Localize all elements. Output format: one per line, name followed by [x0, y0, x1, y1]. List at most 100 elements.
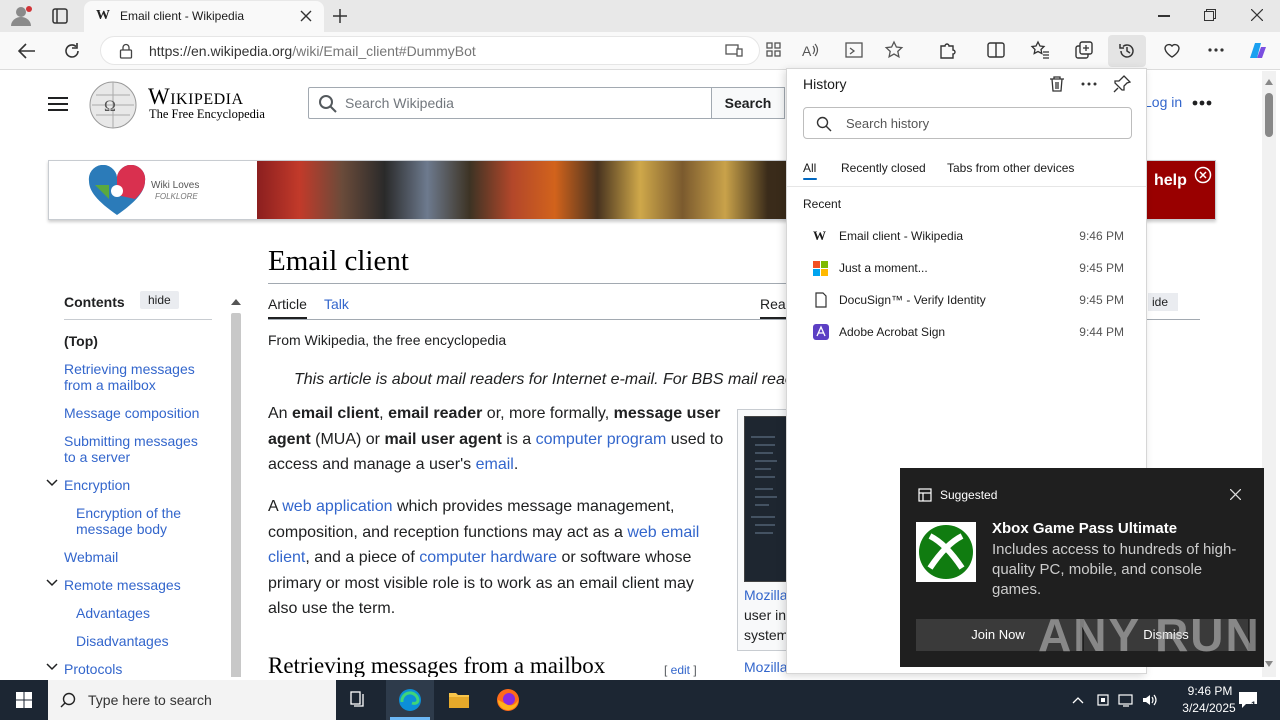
tray-chevron-icon[interactable]: [1072, 696, 1084, 704]
toc-item-top[interactable]: (Top): [64, 333, 98, 349]
tab-read[interactable]: Rea: [760, 296, 786, 312]
extensions-grid-icon[interactable]: [764, 40, 786, 62]
profile-icon[interactable]: [10, 5, 32, 27]
suggested-label: Suggested: [940, 488, 998, 502]
app-available-icon[interactable]: [725, 41, 743, 59]
link-computer-program[interactable]: computer program: [536, 431, 667, 448]
scroll-up-arrow-icon[interactable]: [1265, 79, 1273, 85]
back-icon[interactable]: [18, 42, 36, 60]
history-more-icon[interactable]: [1080, 81, 1098, 87]
login-link[interactable]: Log in: [1144, 94, 1182, 110]
tab-article[interactable]: Article: [268, 296, 307, 312]
pin-icon[interactable]: [1113, 75, 1131, 93]
collections-icon[interactable]: [1074, 40, 1096, 62]
history-item[interactable]: DocuSign™ - Verify Identity 9:45 PM: [787, 284, 1146, 316]
search-input[interactable]: Search Wikipedia: [308, 87, 712, 119]
toast-close-icon[interactable]: [1230, 489, 1241, 500]
search-button[interactable]: Search: [711, 87, 785, 119]
address-bar[interactable]: https://en.wikipedia.org/wiki/Email_clie…: [100, 36, 760, 65]
history-search-input[interactable]: Search history: [803, 107, 1132, 139]
toc-item-webmail[interactable]: Webmail: [64, 549, 118, 565]
task-view-icon[interactable]: [350, 691, 368, 709]
restore-icon[interactable]: [1204, 9, 1216, 21]
immersive-reader-icon[interactable]: [844, 40, 866, 62]
url-text: https://en.wikipedia.org/wiki/Email_clie…: [149, 43, 476, 59]
history-item-title: Adobe Acrobat Sign: [839, 325, 946, 339]
toc-item-remote-messages[interactable]: Remote messages: [64, 577, 181, 593]
volume-icon[interactable]: [1142, 692, 1158, 708]
history-item-time: 9:45 PM: [1079, 293, 1124, 307]
main-menu-icon[interactable]: [48, 96, 68, 112]
history-tab-all[interactable]: All: [803, 161, 816, 175]
history-button[interactable]: [1108, 35, 1146, 67]
taskbar-search-placeholder: Type here to search: [88, 692, 212, 708]
banner-logo-line2: FOLKLORE: [155, 192, 198, 201]
split-screen-icon[interactable]: [986, 40, 1008, 62]
wikipedia-globe-logo[interactable]: Ω: [88, 80, 138, 130]
history-item[interactable]: W Email client - Wikipedia 9:46 PM: [787, 220, 1146, 252]
browser-essentials-icon[interactable]: [1162, 40, 1184, 62]
toc-expand-chevron-icon[interactable]: [46, 663, 58, 671]
refresh-icon[interactable]: [63, 42, 81, 60]
section-edit-link[interactable]: [ edit ]: [664, 663, 697, 677]
personal-tools-more-icon[interactable]: [1192, 100, 1212, 106]
toc-item-composition[interactable]: Message composition: [64, 405, 199, 421]
banner-help-text[interactable]: help: [1154, 172, 1187, 190]
clock-time[interactable]: 9:46 PM: [1174, 684, 1246, 698]
tab-email-client[interactable]: W Email client - Wikipedia: [84, 1, 324, 32]
more-options-icon[interactable]: [1206, 40, 1228, 62]
link-computer-hardware[interactable]: computer hardware: [419, 549, 557, 566]
tab-talk[interactable]: Talk: [324, 296, 349, 312]
banner-close-icon[interactable]: [1194, 166, 1212, 184]
extensions-puzzle-icon[interactable]: [938, 40, 960, 62]
tab-title: Email client - Wikipedia: [120, 9, 245, 23]
link-email[interactable]: email: [476, 456, 514, 473]
history-item[interactable]: Adobe Acrobat Sign 9:44 PM: [787, 316, 1146, 348]
start-windows-icon[interactable]: [16, 692, 32, 708]
minimize-icon[interactable]: [1158, 15, 1170, 17]
history-item[interactable]: Just a moment... 9:45 PM: [787, 252, 1146, 284]
toc-expand-chevron-icon[interactable]: [46, 479, 58, 487]
edge-taskbar-button[interactable]: [386, 680, 434, 720]
close-window-icon[interactable]: [1251, 9, 1263, 21]
caption-link-mozilla[interactable]: Mozilla: [744, 587, 788, 603]
toc-item-retrieving[interactable]: Retrieving messages from a mailbox: [64, 361, 204, 393]
favorite-star-icon[interactable]: [884, 40, 906, 62]
tab-actions-icon[interactable]: [52, 8, 68, 24]
edit-link-text[interactable]: edit: [671, 663, 690, 677]
new-tab-icon[interactable]: [332, 8, 348, 24]
delete-history-icon[interactable]: [1048, 75, 1066, 93]
network-icon[interactable]: [1118, 692, 1134, 708]
right-hide-button[interactable]: ide: [1148, 293, 1179, 311]
read-aloud-icon[interactable]: A: [800, 40, 822, 62]
copilot-icon[interactable]: [1246, 40, 1268, 62]
toc-item-encryption[interactable]: Encryption: [64, 477, 130, 493]
security-tray-icon[interactable]: [1096, 692, 1110, 708]
screenshot-thumbnail[interactable]: [744, 416, 792, 582]
toc-scrollbar[interactable]: [231, 313, 241, 677]
toc-item-protocols[interactable]: Protocols: [64, 661, 122, 677]
toc-item-encryption-body[interactable]: Encryption of the message body: [76, 505, 202, 537]
close-tab-icon[interactable]: [300, 10, 312, 22]
toc-scroll-up-icon[interactable]: [231, 299, 241, 305]
toc-item-disadvantages[interactable]: Disadvantages: [76, 633, 169, 649]
favorites-icon[interactable]: [1030, 40, 1052, 62]
history-tab-other-devices[interactable]: Tabs from other devices: [947, 161, 1074, 175]
scroll-down-arrow-icon[interactable]: [1265, 661, 1273, 667]
search-placeholder: Search Wikipedia: [345, 95, 454, 111]
lock-icon[interactable]: [119, 43, 133, 59]
history-tab-recently-closed[interactable]: Recently closed: [841, 161, 926, 175]
file-explorer-icon[interactable]: [448, 690, 470, 710]
firefox-icon[interactable]: [496, 688, 520, 712]
history-item-time: 9:44 PM: [1079, 325, 1124, 339]
link-web-application[interactable]: web application: [282, 498, 392, 515]
page-scrollbar[interactable]: [1262, 71, 1276, 677]
scroll-thumb[interactable]: [1265, 93, 1273, 137]
toc-hide-button[interactable]: hide: [140, 291, 179, 309]
toc-expand-chevron-icon[interactable]: [46, 579, 58, 587]
toc-item-advantages[interactable]: Advantages: [76, 605, 150, 621]
taskbar-search-box[interactable]: Type here to search: [48, 680, 336, 720]
p1-text: An: [268, 405, 293, 422]
caption-link[interactable]: Mozilla: [744, 659, 788, 675]
toc-item-submitting[interactable]: Submitting messages to a server: [64, 433, 204, 465]
